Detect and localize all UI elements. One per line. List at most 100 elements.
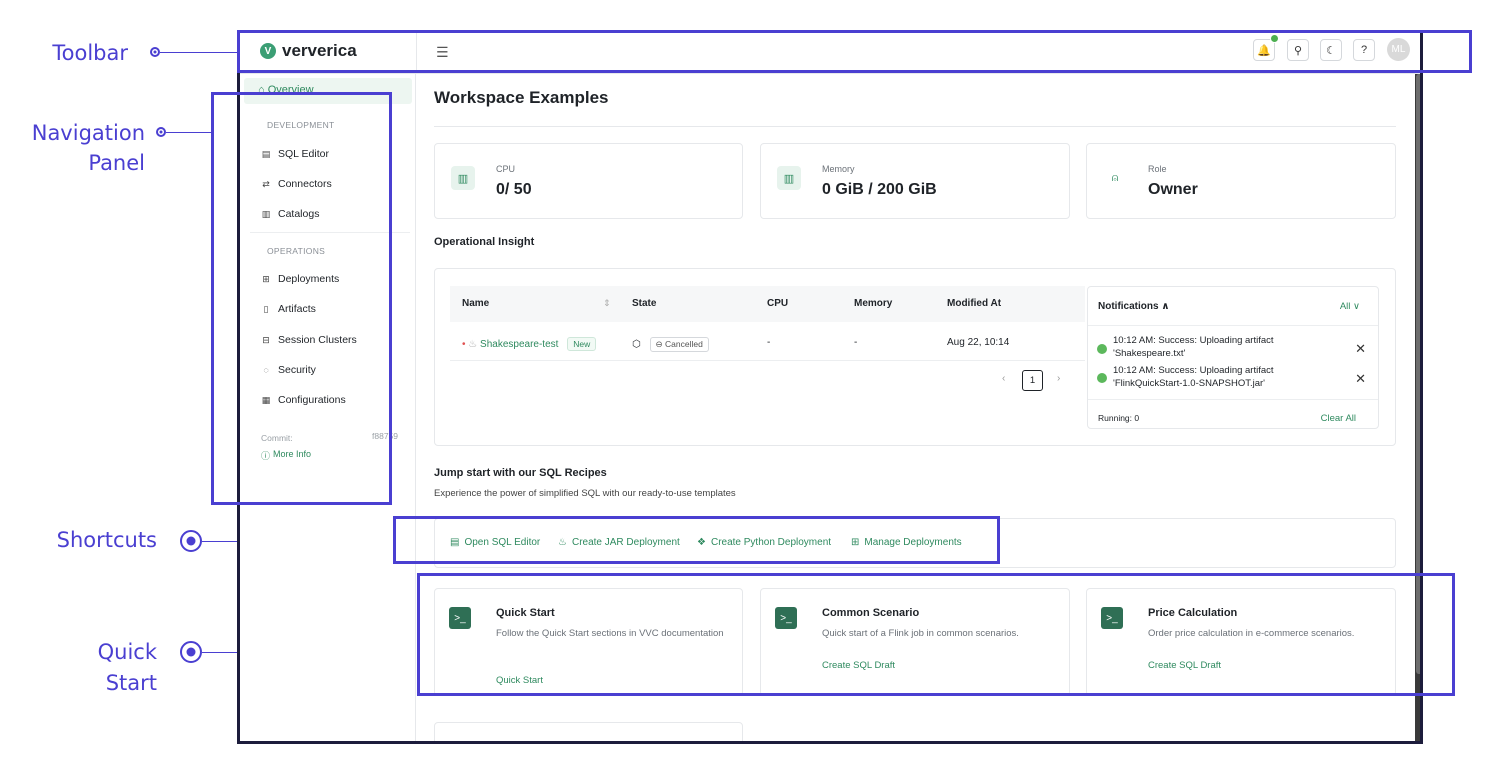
catalog-icon: ▥: [261, 208, 271, 219]
notifications-divider: [1088, 399, 1378, 400]
operational-insight-title: Operational Insight: [434, 236, 535, 248]
prev-page-icon[interactable]: ‹: [1002, 373, 1005, 384]
sidebar-item-label: Catalogs: [278, 208, 320, 220]
app-window: V ververica ☰ 🔔 ⚲ ☾ ? ML ⌂ Overview DEVE…: [237, 30, 1423, 744]
partial-card: [434, 722, 743, 741]
chevron-up-icon: ∧: [1161, 301, 1170, 312]
sidebar-item-security[interactable]: ◌ Security: [261, 364, 316, 376]
connector-icon: ⇄: [262, 178, 270, 189]
table-row[interactable]: • ♨ Shakespeare-test New: [462, 337, 597, 351]
annotation-toolbar: Toolbar: [52, 41, 128, 65]
sidebar-heading-development: DEVELOPMENT: [267, 120, 335, 130]
commit-label: Commit:: [261, 433, 293, 443]
state-badge: ⊖ Cancelled: [649, 337, 709, 352]
column-header-name[interactable]: Name: [462, 298, 489, 309]
card-title: Quick Start: [496, 607, 555, 619]
sort-icon[interactable]: ⇕: [603, 298, 611, 309]
create-jar-deployment-link[interactable]: ♨ Create JAR Deployment: [558, 537, 680, 548]
annotation-quick-line1: Quick: [97, 640, 157, 664]
status-dot-icon: •: [462, 339, 466, 350]
terminal-icon: >_: [449, 607, 471, 629]
sidebar-item-sql-editor[interactable]: ▤ SQL Editor: [261, 148, 329, 160]
create-sql-draft-link[interactable]: Create SQL Draft: [822, 660, 895, 671]
annotation-shortcuts: Shortcuts: [56, 528, 157, 552]
modified-cell: Aug 22, 10:14: [947, 337, 1010, 348]
avatar[interactable]: ML: [1387, 38, 1410, 61]
state-text: Cancelled: [665, 339, 703, 349]
scroll-thumb[interactable]: [1416, 74, 1420, 674]
notification-item: 10:12 AM: Success: Uploading artifact 'S…: [1113, 334, 1343, 360]
notification-line: 10:12 AM: Success: Uploading artifact: [1113, 335, 1274, 346]
logo-text: ververica: [282, 41, 357, 60]
shortcut-label: Manage Deployments: [864, 537, 962, 548]
menu-collapse-icon[interactable]: ☰: [436, 44, 449, 61]
manage-deployments-link[interactable]: ⊞ Manage Deployments: [851, 537, 962, 548]
java-icon: ♨: [468, 339, 478, 350]
home-icon: ⌂: [258, 84, 265, 96]
state-cell: ⬡ ⊖ Cancelled: [632, 337, 709, 352]
create-python-deployment-link[interactable]: ❖ Create Python Deployment: [697, 537, 831, 548]
card-title: Common Scenario: [822, 607, 920, 619]
more-info-link[interactable]: ⓘ More Info: [261, 449, 311, 462]
logo-mark-icon: V: [260, 43, 276, 59]
close-icon[interactable]: ✕: [1355, 371, 1366, 387]
notifications-title-text: Notifications: [1098, 301, 1159, 312]
page-number[interactable]: 1: [1022, 370, 1043, 391]
deployment-icon: ⊞: [262, 273, 270, 284]
stat-card-cpu: ▥ CPU 0/ 50: [434, 143, 743, 219]
bar-chart-icon: ▥: [777, 166, 801, 190]
sidebar-item-label: Connectors: [278, 178, 332, 190]
status-badge: New: [567, 337, 597, 351]
memory-cell: -: [854, 337, 858, 348]
open-sql-editor-link[interactable]: ▤ Open SQL Editor: [450, 537, 540, 548]
shortcut-label: Create JAR Deployment: [571, 537, 680, 548]
close-icon[interactable]: ✕: [1355, 341, 1366, 357]
commit-hash: f88759: [372, 431, 398, 441]
quick-start-link[interactable]: Quick Start: [496, 675, 543, 686]
moon-icon: ☾: [1326, 44, 1336, 57]
clear-all-button[interactable]: Clear All: [1321, 413, 1356, 424]
sidebar-item-label: Configurations: [278, 394, 346, 406]
sidebar-item-configurations[interactable]: ▦ Configurations: [261, 394, 346, 406]
shield-icon: ◌: [263, 365, 269, 375]
notifications-panel: Notifications ∧ All ∨ 10:12 AM: Success:…: [1087, 286, 1379, 429]
annotation-navigation-line1: Navigation: [31, 121, 145, 145]
user-icon: ⍝: [1103, 166, 1127, 190]
sidebar-item-session-clusters[interactable]: ⊟ Session Clusters: [261, 334, 357, 346]
notifications-button[interactable]: 🔔: [1253, 34, 1279, 61]
running-count: Running: 0: [1098, 413, 1140, 423]
notifications-divider: [1088, 325, 1378, 326]
card-title: Price Calculation: [1148, 607, 1238, 619]
next-page-icon[interactable]: ›: [1057, 373, 1060, 384]
ververica-logo[interactable]: V ververica: [260, 41, 357, 61]
sidebar-item-deployments[interactable]: ⊞ Deployments: [261, 273, 339, 285]
column-header-memory: Memory: [854, 298, 893, 309]
sidebar-item-label: Artifacts: [278, 303, 316, 315]
success-icon: [1097, 373, 1107, 383]
sidebar-item-catalogs[interactable]: ▥ Catalogs: [261, 208, 320, 220]
toolbar-divider: [416, 30, 417, 74]
cube-icon: ⬡: [632, 339, 641, 350]
create-sql-draft-link[interactable]: Create SQL Draft: [1148, 660, 1221, 671]
scrollbar[interactable]: [1415, 74, 1420, 741]
sidebar-item-label: Session Clusters: [278, 334, 357, 346]
annotation-navigation-line2: Panel: [88, 151, 145, 175]
column-header-cpu: CPU: [767, 298, 789, 309]
link-button[interactable]: ⚲: [1287, 39, 1309, 61]
sidebar-item-label: SQL Editor: [278, 148, 329, 160]
sql-editor-icon: ▤: [261, 148, 271, 159]
sidebar-item-artifacts[interactable]: ▯ Artifacts: [261, 303, 316, 315]
annotation-quick-dot: [180, 641, 202, 663]
sidebar-item-overview[interactable]: ⌂ Overview: [244, 78, 412, 104]
stat-value: 0/ 50: [496, 181, 532, 198]
card-description: Quick start of a Flink job in common sce…: [822, 628, 1019, 639]
deployment-name[interactable]: Shakespeare-test: [480, 339, 558, 350]
row-divider: [450, 360, 1085, 361]
python-icon: ❖: [697, 537, 706, 548]
notifications-title[interactable]: Notifications ∧: [1098, 301, 1169, 312]
notifications-filter[interactable]: All ∨: [1340, 301, 1360, 312]
theme-toggle-button[interactable]: ☾: [1320, 39, 1342, 61]
help-button[interactable]: ?: [1353, 39, 1375, 61]
annotation-shortcuts-dot: [180, 530, 202, 552]
sidebar-item-connectors[interactable]: ⇄ Connectors: [261, 178, 332, 190]
